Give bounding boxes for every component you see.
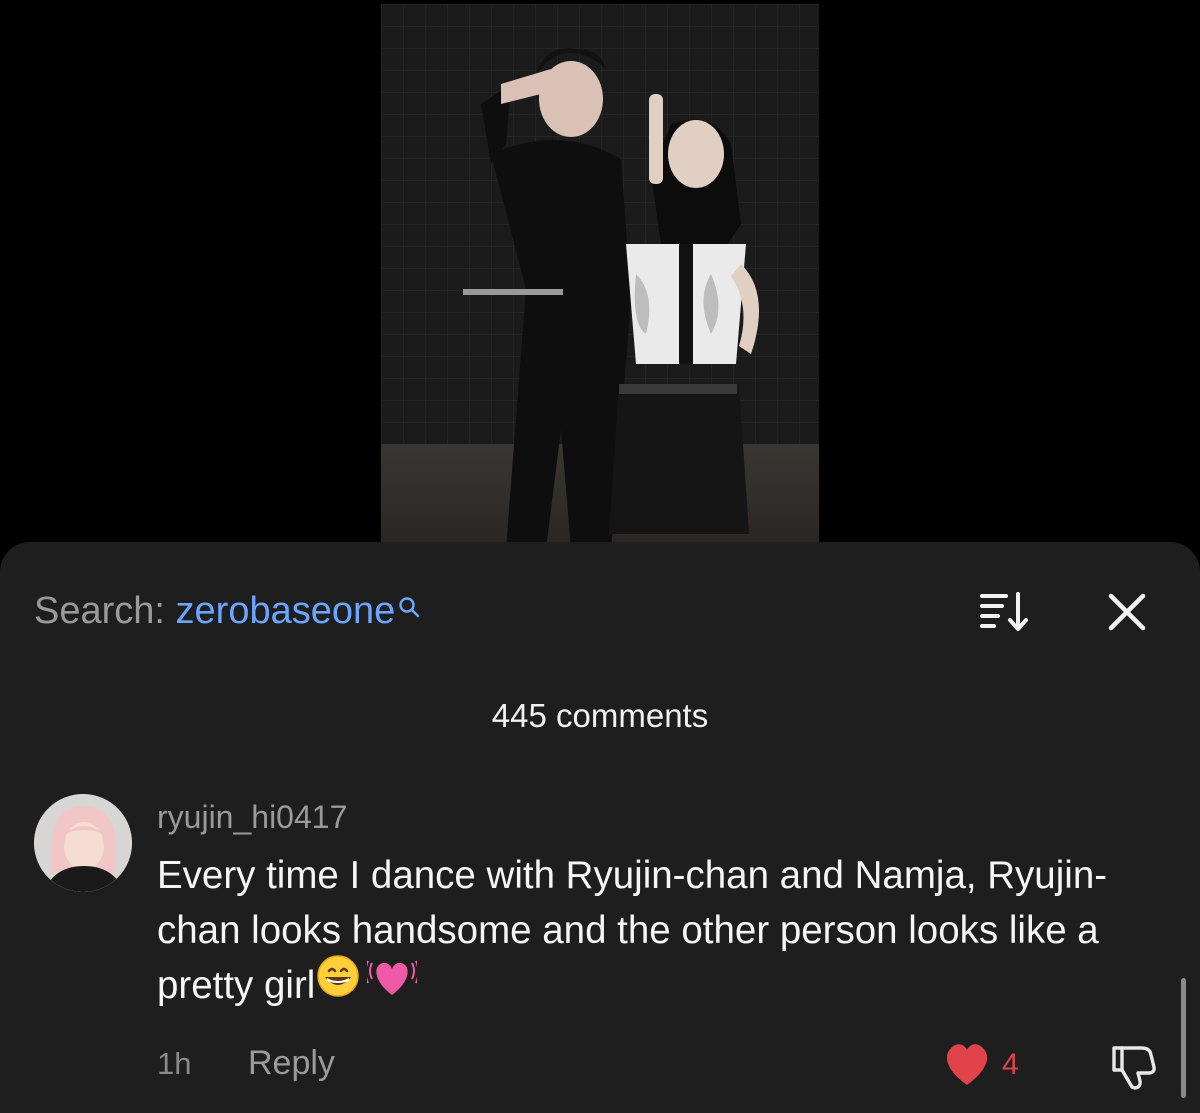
comment-text: Every time I dance with Ryujin-chan and … — [157, 854, 1108, 1007]
beating-heart-emoji-icon — [364, 953, 420, 1014]
screen: Search: zerobaseone 445 comments ryujin_… — [0, 0, 1200, 1113]
video-frame-illustration — [381, 4, 819, 544]
search-icon — [397, 584, 421, 630]
dislike-button[interactable] — [1108, 1040, 1158, 1090]
comment-username[interactable]: ryujin_hi0417 — [157, 798, 347, 836]
comment-body: Every time I dance with Ryujin-chan and … — [157, 848, 1157, 1014]
comment-timestamp: 1h — [157, 1046, 192, 1081]
like-button[interactable] — [942, 1041, 992, 1087]
avatar-image — [34, 794, 132, 892]
avatar[interactable] — [34, 794, 132, 892]
sort-button[interactable] — [978, 590, 1030, 634]
comment-count: 445 comments — [491, 697, 709, 734]
like-count: 4 — [1002, 1048, 1019, 1081]
reply-button[interactable]: Reply — [248, 1043, 335, 1083]
close-button[interactable] — [1106, 591, 1148, 633]
close-icon — [1108, 593, 1146, 631]
grinning-face-emoji-icon — [315, 953, 361, 1014]
search-suggestion[interactable]: Search: zerobaseone — [34, 588, 421, 634]
search-prefix-label: Search: — [34, 590, 176, 632]
scrollbar[interactable] — [1181, 978, 1186, 1098]
video-preview[interactable] — [381, 4, 819, 544]
heart-icon — [946, 1044, 988, 1085]
search-term-link[interactable]: zerobaseone — [176, 590, 396, 632]
sort-icon — [980, 592, 1028, 631]
thumbs-down-icon — [1112, 1046, 1156, 1090]
